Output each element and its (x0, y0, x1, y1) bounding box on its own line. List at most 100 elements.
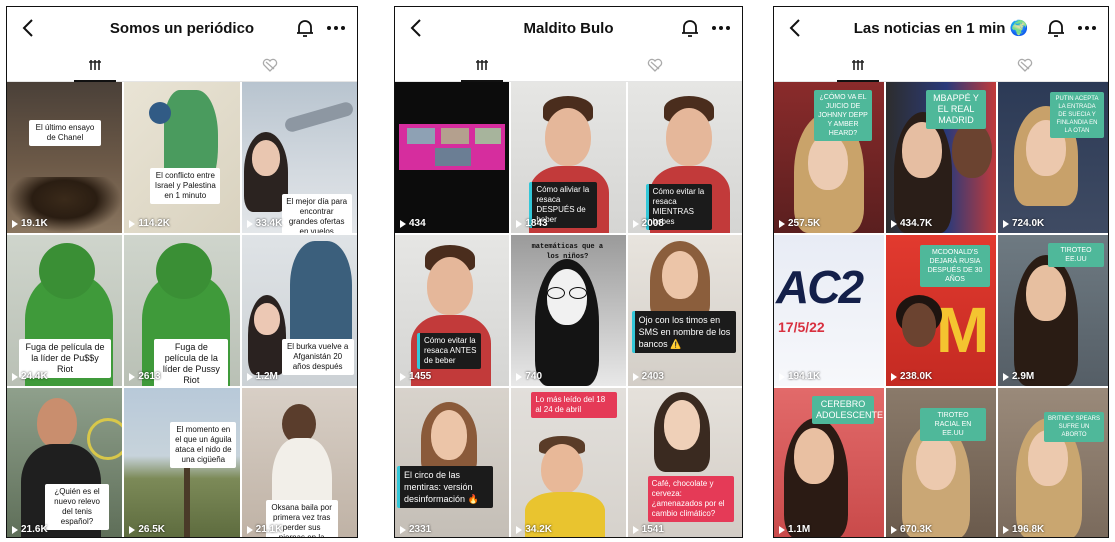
video-caption: MCDONALD'S DEJARÁ RUSIA DESPUÉS DE 30 AÑ… (920, 245, 990, 287)
phone-las-noticias-en-1-min: Las noticias en 1 min 🌍 ¿CÓMO VA EL JUIC… (773, 6, 1109, 538)
video-caption: Lo más leído del 18 al 24 de abril (531, 392, 618, 418)
hidden-likes-icon (262, 58, 277, 72)
view-count: 24.4K (12, 371, 48, 382)
bell-icon[interactable] (1044, 16, 1068, 40)
video-thumbnail[interactable]: Lo más leído del 18 al 24 de abril 34.2K (511, 388, 626, 537)
profile-tabs (395, 49, 742, 82)
view-count: 1843 (516, 218, 548, 229)
more-options-icon[interactable] (1072, 16, 1102, 40)
tab-videos[interactable] (774, 49, 941, 82)
video-thumbnail[interactable]: Cómo aliviar la resaca DESPUÉS de beber … (511, 82, 626, 233)
video-caption: Ojo con los timos en SMS en nombre de lo… (631, 311, 736, 353)
video-thumbnail[interactable]: Cómo evitar la resaca ANTES de beber 145… (395, 235, 510, 386)
video-caption: AC2 (776, 261, 864, 313)
grid-icon (88, 60, 101, 70)
video-thumbnail[interactable]: BRITNEY SPEARS SUFRE UN ABORTO 196.8K (998, 388, 1108, 537)
video-thumbnail[interactable]: El conflicto entre Israel y Palestina en… (124, 82, 240, 233)
profile-tabs (7, 49, 357, 82)
back-button[interactable] (403, 15, 429, 41)
view-count: 2008 (632, 218, 664, 229)
view-count: 33.4K (246, 218, 282, 229)
video-thumbnail[interactable]: PUTIN ACEPTA LA ENTRADA DE SUECIA Y FINL… (998, 82, 1108, 233)
view-count: 34.2K (516, 524, 552, 535)
profile-header: Somos un periódico (7, 7, 357, 49)
tab-liked[interactable] (569, 49, 743, 81)
view-count: 1.1M (779, 524, 810, 535)
more-options-icon[interactable] (706, 16, 736, 40)
video-caption: Café, chocolate y cerveza: ¿amenazados p… (647, 476, 734, 522)
grid-icon (475, 60, 488, 70)
video-thumbnail[interactable]: El mejor día para encontrar grandes ofer… (241, 82, 357, 233)
view-count: 724.0K (1003, 218, 1044, 229)
video-thumbnail[interactable]: 434 (395, 82, 510, 233)
video-thumbnail[interactable]: matemáticas que a los niños? 740 (511, 235, 626, 386)
tab-liked[interactable] (941, 49, 1108, 81)
video-caption: TIROTEO EE.UU (1048, 243, 1104, 267)
video-caption: El burka vuelve a Afganistán 20 años des… (281, 339, 354, 375)
tab-videos[interactable] (7, 49, 182, 82)
video-caption: El mejor día para encontrar grandes ofer… (281, 194, 352, 233)
bell-icon[interactable] (678, 16, 702, 40)
profile-header: Maldito Bulo (395, 7, 742, 49)
video-thumbnail[interactable]: MBAPPÉ Y EL REAL MADRID 434.7K (886, 82, 996, 233)
video-thumbnail[interactable]: El último ensayo de Chanel 19.1K (7, 82, 123, 233)
hidden-likes-icon (648, 58, 663, 72)
view-count: 434.7K (891, 218, 932, 229)
video-thumbnail[interactable]: El momento en el que un águila ataca el … (124, 388, 240, 537)
profile-header: Las noticias en 1 min 🌍 (774, 7, 1108, 49)
chevron-left-icon (789, 19, 800, 37)
view-count: 257.5K (779, 218, 820, 229)
video-thumbnail[interactable]: ¿CÓMO VA EL JUICIO DE JOHNNY DEPP Y AMBE… (774, 82, 884, 233)
tab-liked[interactable] (182, 49, 357, 81)
view-count: 21.1K (246, 524, 282, 535)
page-title: Las noticias en 1 min 🌍 (853, 20, 1029, 37)
video-thumbnail[interactable]: El burka vuelve a Afganistán 20 años des… (241, 235, 357, 386)
view-count: 2403 (632, 371, 664, 382)
grid-icon (851, 60, 864, 70)
video-thumbnail[interactable]: Oksana baila por primera vez tras perder… (241, 388, 357, 537)
view-count: 1455 (400, 371, 431, 382)
phone-somos-un-periodico: Somos un periódico El último ensayo de C… (6, 6, 358, 538)
page-title: Somos un periódico (109, 19, 255, 37)
video-thumbnail[interactable]: El circo de las mentiras: versión desinf… (395, 388, 510, 537)
view-count: 1.2M (246, 371, 278, 382)
view-count: 670.3K (891, 524, 932, 535)
video-thumbnail[interactable]: ¿Quién es el nuevo relevo del tenis espa… (7, 388, 123, 537)
video-thumbnail[interactable]: Café, chocolate y cerveza: ¿amenazados p… (627, 388, 742, 537)
tab-videos[interactable] (395, 49, 569, 82)
video-caption: El momento en el que un águila ataca el … (170, 422, 237, 468)
video-thumbnail[interactable]: CEREBRO ADOLESCENTE 1.1M (774, 388, 884, 537)
video-thumbnail[interactable]: TIROTEO RACIAL EN EE.UU 670.3K (886, 388, 996, 537)
bell-icon[interactable] (293, 16, 317, 40)
view-count: 26.5K (129, 524, 165, 535)
video-thumbnail[interactable]: Ojo con los timos en SMS en nombre de lo… (627, 235, 742, 386)
video-caption: El conflicto entre Israel y Palestina en… (150, 168, 221, 204)
more-options-icon[interactable] (321, 16, 351, 40)
video-thumbnail[interactable]: TIROTEO EE.UU 2.9M (998, 235, 1108, 386)
video-caption: ¿Quién es el nuevo relevo del tenis espa… (45, 484, 109, 530)
page-title: Maldito Bulo (523, 19, 614, 37)
phone-maldito-bulo: Maldito Bulo 434 Cómo aliviar la resaca … (394, 6, 743, 538)
view-count: 238.0K (891, 371, 932, 382)
view-count: 1541 (632, 524, 664, 535)
view-count: 196.8K (1003, 524, 1044, 535)
hidden-likes-icon (1017, 58, 1032, 72)
video-grid: ¿CÓMO VA EL JUICIO DE JOHNNY DEPP Y AMBE… (774, 82, 1108, 537)
video-thumbnail[interactable]: Cómo evitar la resaca MIENTRAS bebes 200… (627, 82, 742, 233)
view-count: 19.1K (12, 218, 48, 229)
play-icon (12, 219, 18, 228)
profile-tabs (774, 49, 1108, 82)
view-count: 434 (400, 218, 426, 229)
view-count: 2613 (129, 371, 161, 382)
video-caption: El circo de las mentiras: versión desinf… (397, 466, 493, 508)
back-button[interactable] (15, 15, 41, 41)
view-count: 114.2K (129, 218, 170, 229)
video-caption: CEREBRO ADOLESCENTE (812, 396, 883, 424)
chevron-left-icon (410, 19, 421, 37)
back-button[interactable] (782, 15, 808, 41)
video-thumbnail[interactable]: Fuga de película de la líder de Pussy Ri… (124, 235, 240, 386)
view-count: 740 (516, 371, 542, 382)
video-thumbnail[interactable]: Fuga de película de la líder de Pu$$y Ri… (7, 235, 123, 386)
video-thumbnail[interactable]: AC2 17/5/22 194.1K (774, 235, 884, 386)
video-thumbnail[interactable]: M MCDONALD'S DEJARÁ RUSIA DESPUÉS DE 30 … (886, 235, 996, 386)
